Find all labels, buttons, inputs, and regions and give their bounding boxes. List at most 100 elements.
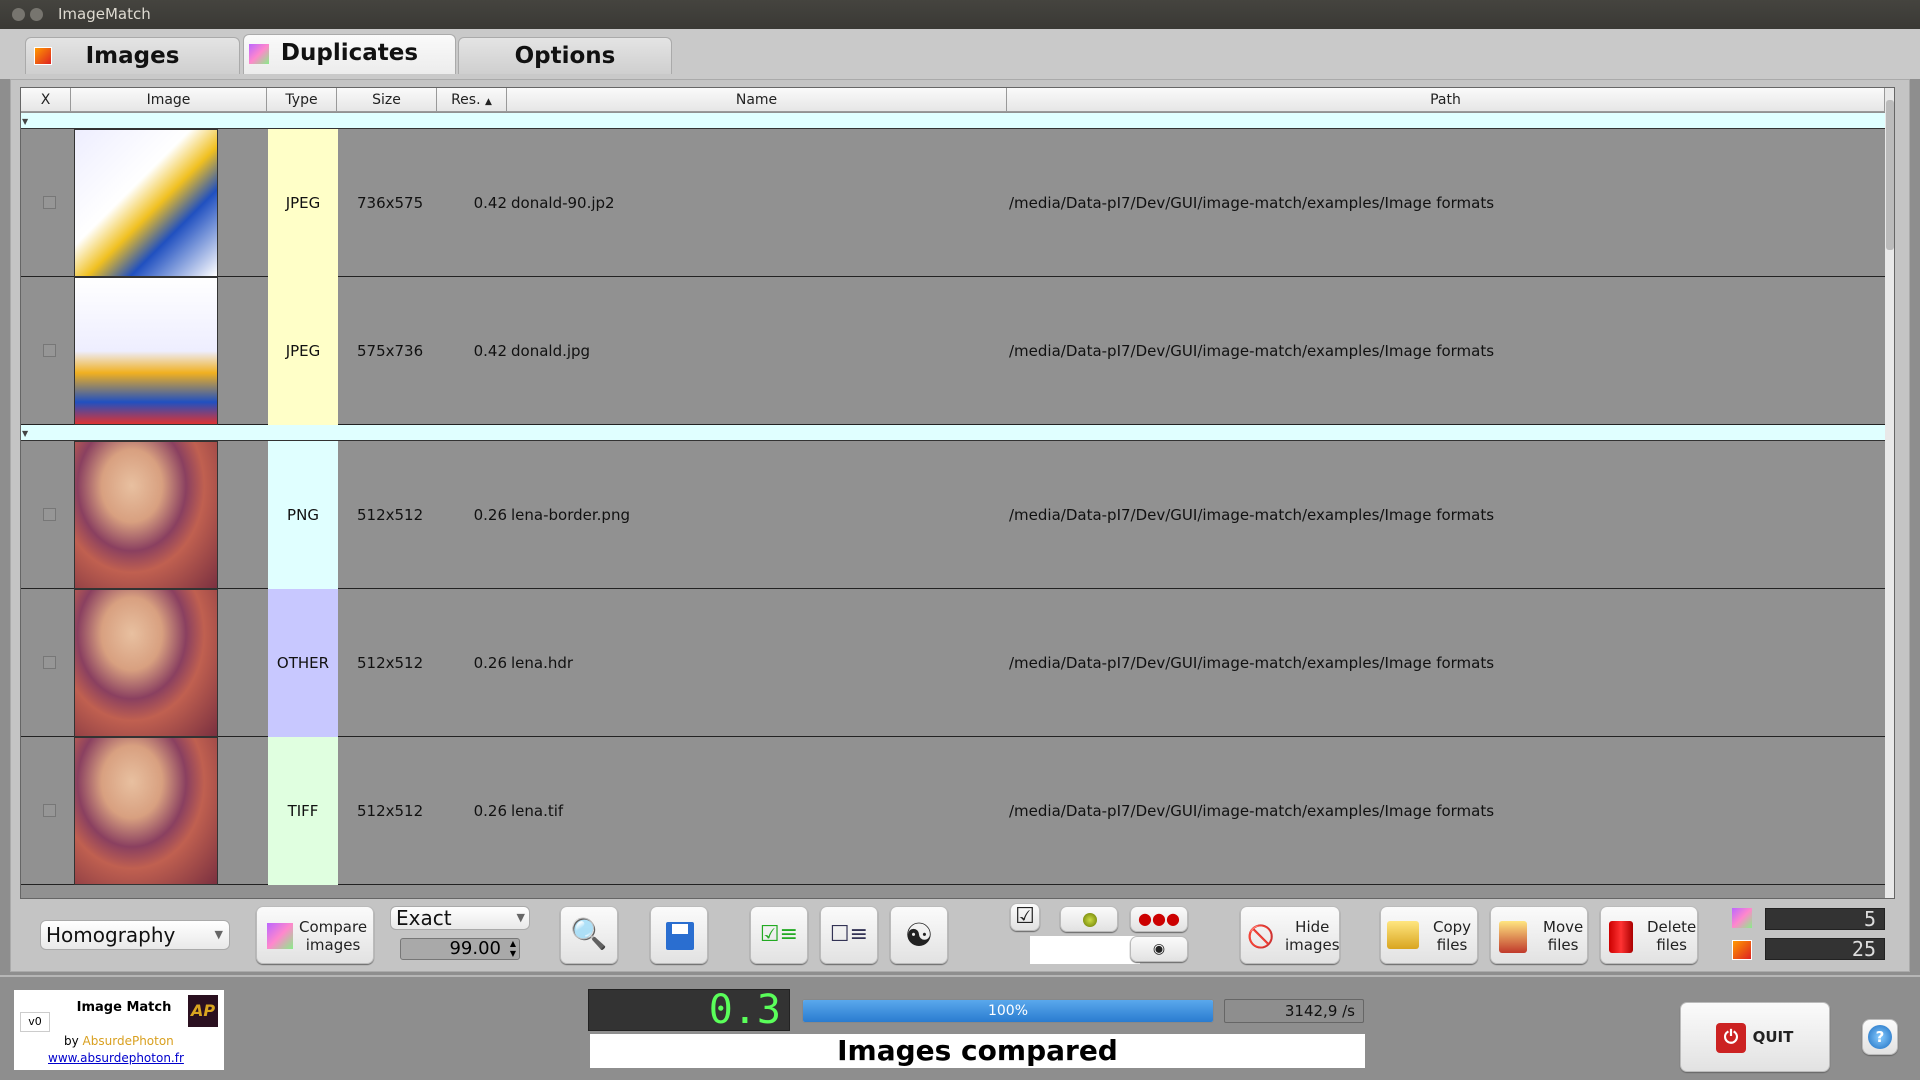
folder-copy-icon bbox=[1387, 921, 1419, 949]
column-header-size[interactable]: Size bbox=[337, 88, 437, 112]
size-cell: 512x512 bbox=[357, 654, 424, 672]
type-cell: OTHER bbox=[268, 589, 338, 737]
trash-icon bbox=[1609, 921, 1633, 953]
threshold-spinbox[interactable]: 99.00 ▲ ▼ bbox=[400, 938, 520, 960]
image-thumbnail[interactable] bbox=[74, 277, 218, 425]
checklist-empty-icon: ☐≡ bbox=[829, 922, 869, 947]
row-checkbox[interactable] bbox=[43, 508, 56, 521]
delete-label: Delete files bbox=[1647, 918, 1697, 954]
column-header-x[interactable]: X bbox=[21, 88, 71, 112]
status-message: Images compared bbox=[590, 1034, 1365, 1068]
image-thumbnail[interactable] bbox=[74, 737, 218, 885]
app-name: Image Match bbox=[76, 1000, 172, 1015]
tab-bar: Images Duplicates Options bbox=[0, 29, 1920, 79]
compare-label: Compare images bbox=[299, 918, 368, 954]
invert-selection-button[interactable]: ☯ bbox=[890, 906, 948, 964]
column-header-type[interactable]: Type bbox=[267, 88, 337, 112]
column-header-path[interactable]: Path bbox=[1007, 88, 1885, 112]
mode-select[interactable]: Exact ▼ bbox=[390, 906, 530, 930]
tab-images[interactable]: Images bbox=[25, 37, 240, 74]
by-label: by bbox=[64, 1034, 79, 1048]
size-cell: 736x575 bbox=[357, 194, 424, 212]
table-row[interactable]: JPEG 736x575 0.42 donald-90.jp2/media/Data-… bbox=[21, 129, 1885, 277]
type-cell: PNG bbox=[268, 441, 338, 589]
name-cell: lena-border.png bbox=[511, 506, 630, 524]
checkbox-icon: ☑ bbox=[1015, 904, 1035, 929]
path-cell: /media/Data-pI7/Dev/GUI/image-match/exam… bbox=[1009, 506, 1495, 524]
progress-bar: 100% bbox=[802, 999, 1214, 1023]
column-header-res[interactable]: Res. ▲ bbox=[437, 88, 507, 112]
spin-arrows-icon[interactable]: ▲ ▼ bbox=[510, 939, 516, 959]
green-dot-icon bbox=[1083, 913, 1097, 927]
tab-duplicates[interactable]: Duplicates bbox=[243, 34, 456, 74]
search-button[interactable]: 🔍 bbox=[560, 906, 618, 964]
minimize-window-button[interactable] bbox=[30, 8, 43, 21]
size-cell: 575x736 bbox=[357, 342, 424, 360]
mode-value: Exact bbox=[396, 906, 452, 930]
row-checkbox[interactable] bbox=[43, 804, 56, 817]
webcam-button[interactable]: ◉ bbox=[1130, 936, 1188, 962]
vertical-scrollbar[interactable] bbox=[1885, 88, 1894, 898]
collapse-triangle-icon[interactable]: ▼ bbox=[22, 117, 28, 126]
method-select[interactable]: Homography ▼ bbox=[40, 920, 230, 950]
floppy-disk-icon bbox=[666, 922, 694, 950]
res-cell: 0.42 bbox=[473, 342, 507, 360]
website-link[interactable]: www.absurdephoton.fr bbox=[48, 1051, 184, 1065]
image-thumbnail[interactable] bbox=[74, 441, 218, 589]
selection-input[interactable] bbox=[1030, 936, 1140, 964]
save-button[interactable] bbox=[650, 906, 708, 964]
window-title: ImageMatch bbox=[58, 5, 151, 23]
images-count-display: 25 bbox=[1765, 938, 1885, 960]
path-cell: /media/Data-pI7/Dev/GUI/image-match/exam… bbox=[1009, 342, 1495, 360]
tab-label: Duplicates bbox=[280, 40, 419, 66]
title-bar: ImageMatch bbox=[0, 0, 1920, 29]
author-name: AbsurdePhoton bbox=[82, 1034, 174, 1048]
scrollbar-thumb[interactable] bbox=[1886, 100, 1894, 250]
version-badge: v0 bbox=[20, 1012, 50, 1032]
close-window-button[interactable] bbox=[12, 8, 25, 21]
threshold-value: 99.00 bbox=[449, 938, 501, 959]
group-header-row[interactable]: ▼ bbox=[21, 425, 1885, 441]
move-files-button[interactable]: Move files bbox=[1490, 906, 1588, 964]
duplicates-count-display: 5 bbox=[1765, 908, 1885, 930]
tab-label: Options bbox=[514, 43, 616, 69]
table-row[interactable]: JPEG 575x736 0.42 donald.jpg/media/Data-pI7… bbox=[21, 277, 1885, 425]
copy-label: Copy files bbox=[1433, 918, 1472, 954]
table-row[interactable]: OTHER 512x512 0.26 lena.hdr/media/Data-pI7/… bbox=[21, 589, 1885, 737]
compare-images-button[interactable]: Compare images bbox=[256, 906, 374, 964]
row-checkbox[interactable] bbox=[43, 196, 56, 209]
delete-files-button[interactable]: Delete files bbox=[1600, 906, 1698, 964]
select-none-button[interactable]: ☐≡ bbox=[820, 906, 878, 964]
res-cell: 0.26 bbox=[473, 654, 507, 672]
hide-images-button[interactable]: 🚫 Hide images bbox=[1240, 906, 1340, 964]
column-header-label: Res. bbox=[451, 92, 481, 108]
copy-files-button[interactable]: Copy files bbox=[1380, 906, 1478, 964]
row-checkbox[interactable] bbox=[43, 344, 56, 357]
help-button[interactable]: ? bbox=[1862, 1019, 1898, 1055]
select-all-button[interactable]: ☑≡ bbox=[750, 906, 808, 964]
name-cell: donald.jpg bbox=[511, 342, 591, 360]
type-cell: JPEG bbox=[268, 129, 338, 277]
multi-select-button[interactable]: ●●● bbox=[1130, 906, 1188, 932]
sort-ascending-icon: ▲ bbox=[485, 97, 492, 107]
tab-options[interactable]: Options bbox=[458, 37, 672, 74]
row-checkbox[interactable] bbox=[43, 656, 56, 669]
single-select-button[interactable] bbox=[1060, 906, 1118, 932]
quit-button[interactable]: ⏻ QUIT bbox=[1680, 1002, 1830, 1072]
column-header-name[interactable]: Name bbox=[507, 88, 1007, 112]
toolbar: Homography ▼ Compare images Exact ▼ 99.00 ▲… bbox=[20, 900, 1900, 970]
table-row[interactable]: PNG 512x512 0.26 lena-border.png/media/Data… bbox=[21, 441, 1885, 589]
group-header-row[interactable]: ▼ bbox=[21, 113, 1885, 129]
hidden-eye-icon: 🚫 bbox=[1247, 925, 1275, 950]
help-icon: ? bbox=[1868, 1025, 1892, 1049]
image-thumbnail[interactable] bbox=[74, 589, 218, 737]
duplicates-icon bbox=[249, 44, 269, 64]
column-header-image[interactable]: Image bbox=[71, 88, 267, 112]
res-cell: 0.26 bbox=[473, 802, 507, 820]
image-thumbnail[interactable] bbox=[74, 129, 218, 277]
table-row[interactable]: TIFF 512x512 0.26 lena.tif/media/Data-pI7/D… bbox=[21, 737, 1885, 885]
checklist-checked-icon: ☑≡ bbox=[759, 922, 799, 947]
check-toggle-button[interactable]: ☑ bbox=[1010, 903, 1040, 931]
collapse-triangle-icon[interactable]: ▼ bbox=[22, 429, 28, 438]
path-cell: /media/Data-pI7/Dev/GUI/image-match/exam… bbox=[1009, 654, 1495, 672]
